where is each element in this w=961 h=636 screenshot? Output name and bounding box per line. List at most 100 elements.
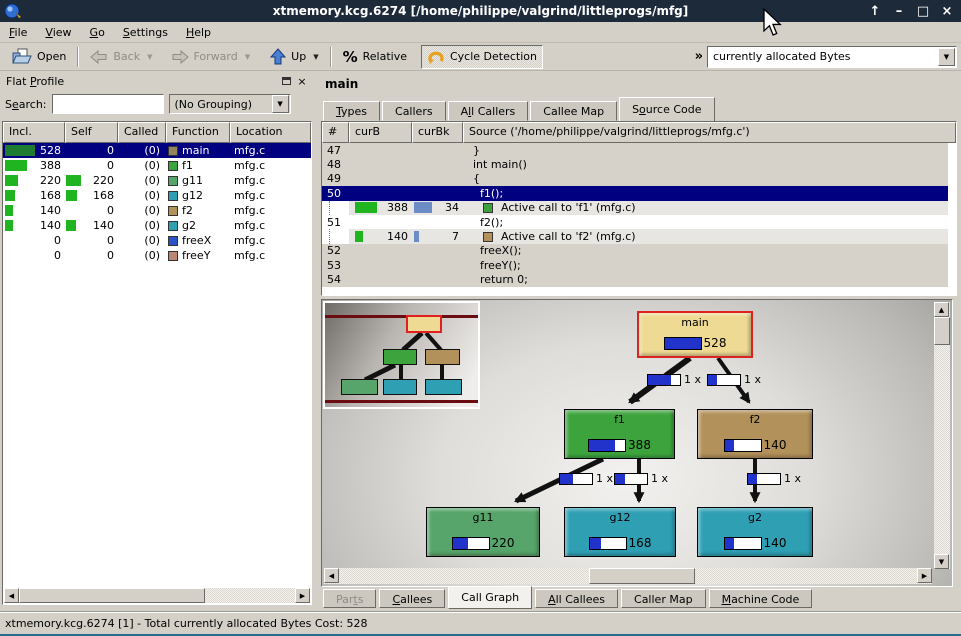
up-dropdown-icon[interactable]: ▼ bbox=[313, 53, 318, 61]
graph-node-main[interactable]: main 528 bbox=[637, 311, 753, 358]
grouping-combobox[interactable]: (No Grouping) ▼ bbox=[169, 94, 291, 114]
table-row-freeY[interactable]: 0 0 (0) freeY mfg.c bbox=[3, 248, 311, 263]
source-call-row-f2[interactable]: 140 7 Active call to 'f2' (mfg.c) bbox=[322, 229, 948, 243]
function-color-swatch bbox=[168, 236, 178, 246]
column-header-curb[interactable]: curB bbox=[349, 122, 412, 143]
scroll-down-icon[interactable]: ▼ bbox=[934, 554, 949, 569]
source-line-48[interactable]: 48 int main() bbox=[322, 157, 948, 171]
source-line-50-selected[interactable]: 50 f1(); bbox=[322, 186, 948, 200]
table-row-g2[interactable]: 140 140 (0) g2 mfg.c bbox=[3, 218, 311, 233]
scrollbar-thumb[interactable] bbox=[934, 317, 950, 345]
back-dropdown-icon[interactable]: ▼ bbox=[147, 53, 152, 61]
cost-bar bbox=[588, 439, 626, 452]
float-dock-button[interactable] bbox=[280, 75, 292, 87]
graph-node-g2[interactable]: g2 140 bbox=[697, 507, 813, 557]
tab-all-callers[interactable]: All Callers bbox=[448, 101, 529, 121]
menu-file[interactable]: File bbox=[0, 24, 36, 41]
tab-all-callees[interactable]: All Callees bbox=[535, 589, 618, 608]
source-line-47[interactable]: 47 } bbox=[322, 143, 948, 157]
column-header-called[interactable]: Called bbox=[118, 122, 166, 143]
flat-profile-hscrollbar[interactable]: ◀ ▶ bbox=[4, 588, 310, 603]
forward-dropdown-icon[interactable]: ▼ bbox=[245, 53, 250, 61]
menu-go[interactable]: Go bbox=[81, 24, 114, 41]
close-button[interactable]: × bbox=[939, 4, 955, 19]
up-button[interactable]: Up ▼ bbox=[264, 45, 324, 69]
status-text: xtmemory.kcg.6274 [1] - Total currently … bbox=[5, 617, 368, 630]
column-header-incl[interactable]: Incl. bbox=[3, 122, 65, 143]
tab-caller-map[interactable]: Caller Map bbox=[621, 589, 706, 608]
scroll-up-icon[interactable]: ▲ bbox=[934, 302, 949, 317]
back-button[interactable]: Back ▼ bbox=[84, 45, 158, 69]
graph-overview-map[interactable] bbox=[323, 301, 480, 409]
table-row-g12[interactable]: 168 168 (0) g12 mfg.c bbox=[3, 188, 311, 203]
cycle-detection-button[interactable]: Cycle Detection bbox=[421, 45, 543, 69]
graph-node-f2[interactable]: f2 140 bbox=[697, 409, 813, 459]
tab-callee-map[interactable]: Callee Map bbox=[530, 101, 617, 121]
source-line-54[interactable]: 54 return 0; bbox=[322, 273, 948, 287]
bottom-tabs: Parts Callees Call Graph All Callees Cal… bbox=[323, 586, 815, 610]
maximize-button[interactable]: □ bbox=[915, 4, 931, 19]
scrollbar-thumb[interactable] bbox=[19, 588, 205, 603]
scroll-left-icon[interactable]: ◀ bbox=[324, 568, 339, 583]
event-type-combobox[interactable]: currently allocated Bytes ▼ bbox=[707, 46, 957, 68]
edge-label-f1-g11: 1 x bbox=[559, 472, 613, 485]
graph-node-g12[interactable]: g12 168 bbox=[564, 507, 676, 557]
main-window: xtmemory.kcg.6274 [/home/philippe/valgri… bbox=[0, 0, 961, 636]
forward-button[interactable]: Forward ▼ bbox=[165, 45, 257, 69]
scroll-right-icon[interactable]: ▶ bbox=[295, 588, 310, 603]
scroll-left-icon[interactable]: ◀ bbox=[4, 588, 19, 603]
cost-bar bbox=[724, 537, 762, 550]
call-count-bar bbox=[747, 473, 781, 485]
table-row-main[interactable]: 528 0 (0) main mfg.c bbox=[3, 143, 311, 158]
minimize-button[interactable]: – bbox=[891, 4, 907, 19]
toolbar-separator bbox=[77, 47, 79, 67]
tab-source-code[interactable]: Source Code bbox=[619, 97, 714, 121]
shade-button[interactable]: ↑ bbox=[867, 4, 883, 19]
column-header-source[interactable]: Source ('/home/philippe/valgrind/littlep… bbox=[463, 122, 956, 143]
graph-node-g11[interactable]: g11 220 bbox=[426, 507, 540, 557]
table-row-freeX[interactable]: 0 0 (0) freeX mfg.c bbox=[3, 233, 311, 248]
toolbar-overflow-chevron[interactable]: » bbox=[691, 49, 707, 64]
column-header-function[interactable]: Function bbox=[166, 122, 230, 143]
graph-hscrollbar[interactable]: ◀ ▶ bbox=[324, 568, 932, 584]
tab-callers[interactable]: Callers bbox=[382, 101, 446, 121]
titlebar: xtmemory.kcg.6274 [/home/philippe/valgri… bbox=[0, 0, 961, 22]
scroll-right-icon[interactable]: ▶ bbox=[917, 568, 932, 583]
search-input[interactable] bbox=[52, 94, 164, 114]
open-button[interactable]: Open bbox=[6, 45, 72, 69]
table-row-f1[interactable]: 388 0 (0) f1 mfg.c bbox=[3, 158, 311, 173]
float-icon bbox=[282, 77, 291, 85]
tab-callees[interactable]: Callees bbox=[379, 589, 445, 608]
source-line-51[interactable]: 51 f2(); bbox=[322, 215, 948, 229]
source-call-row-f1[interactable]: 388 34 Active call to 'f1' (mfg.c) bbox=[322, 201, 948, 215]
source-line-53[interactable]: 53 freeY(); bbox=[322, 258, 948, 272]
close-dock-button[interactable]: × bbox=[296, 75, 308, 87]
column-header-line[interactable]: # bbox=[322, 122, 349, 143]
menu-settings[interactable]: Settings bbox=[114, 24, 177, 41]
scrollbar-thumb[interactable] bbox=[589, 568, 695, 584]
column-header-curbk[interactable]: curBk bbox=[412, 122, 463, 143]
table-row-f2[interactable]: 140 0 (0) f2 mfg.c bbox=[3, 203, 311, 218]
chevron-down-icon[interactable]: ▼ bbox=[272, 95, 289, 113]
chevron-down-icon[interactable]: ▼ bbox=[938, 48, 955, 66]
call-count-bar bbox=[559, 473, 593, 485]
source-line-52[interactable]: 52 freeX(); bbox=[322, 244, 948, 258]
overview-node-f1 bbox=[383, 349, 417, 365]
graph-node-f1[interactable]: f1 388 bbox=[564, 409, 675, 459]
tab-parts[interactable]: Parts bbox=[323, 589, 376, 608]
table-row-g11[interactable]: 220 220 (0) g11 mfg.c bbox=[3, 173, 311, 188]
call-graph-view[interactable]: main 528 f1 388 f2 140 g11 220 g12 168 g… bbox=[321, 299, 953, 587]
column-header-location[interactable]: Location bbox=[230, 122, 311, 143]
column-header-self[interactable]: Self bbox=[65, 122, 118, 143]
tab-call-graph[interactable]: Call Graph bbox=[448, 586, 532, 609]
graph-vscrollbar[interactable]: ▲ ▼ bbox=[934, 302, 950, 569]
relative-button[interactable]: % Relative bbox=[337, 45, 413, 69]
tab-types[interactable]: Types bbox=[323, 101, 380, 121]
function-color-swatch bbox=[168, 146, 178, 156]
tab-machine-code[interactable]: Machine Code bbox=[709, 589, 813, 608]
source-line-49[interactable]: 49 { bbox=[322, 172, 948, 186]
menu-view[interactable]: View bbox=[36, 24, 80, 41]
percent-icon: % bbox=[343, 48, 358, 66]
menu-help[interactable]: Help bbox=[177, 24, 220, 41]
edge-label-f1-g12: 1 x bbox=[614, 472, 668, 485]
